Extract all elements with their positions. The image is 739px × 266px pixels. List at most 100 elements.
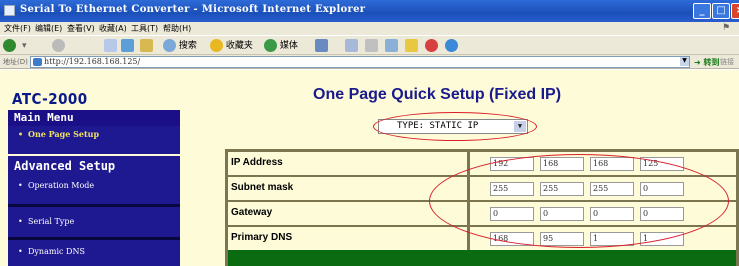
search-icon <box>163 39 176 52</box>
ip-octet-3[interactable]: 168 <box>590 157 634 171</box>
menu-file[interactable]: 文件(F) <box>4 23 31 34</box>
favorites-label: 收藏夹 <box>225 41 253 51</box>
go-button[interactable]: ➜ 转到 <box>694 57 720 68</box>
menu-edit[interactable]: 编辑(E) <box>35 23 62 34</box>
minimize-button[interactable]: _ <box>693 3 711 19</box>
cell-divider <box>467 202 470 225</box>
sidebar-item-dynamic-dns[interactable]: • Dynamic DNS <box>8 240 180 266</box>
dns-octet-3[interactable]: 1 <box>590 232 634 246</box>
links-label[interactable]: 链接 <box>720 57 734 67</box>
messenger-icon <box>425 39 438 52</box>
media-label: 媒体 <box>279 41 298 51</box>
address-label: 地址(D) <box>3 58 28 66</box>
dns-octet-4[interactable]: 1 <box>640 232 684 246</box>
forward-button[interactable] <box>52 39 65 53</box>
table-row-subnet-mask: Subnet mask 255 255 255 0 <box>228 177 736 200</box>
sidebar-item-label: One Page Setup <box>28 129 100 139</box>
print-button[interactable] <box>365 39 378 53</box>
go-label: 转到 <box>703 58 720 67</box>
bullet-icon: • <box>18 217 23 226</box>
menu-favorites[interactable]: 收藏(A) <box>99 23 127 34</box>
menu-help[interactable]: 帮助(H) <box>163 23 191 34</box>
stop-button[interactable] <box>104 39 117 53</box>
ip-octet-2[interactable]: 168 <box>540 157 584 171</box>
home-icon <box>140 39 153 52</box>
stop-icon <box>104 39 117 52</box>
search-button[interactable]: 搜索 <box>163 39 197 53</box>
gateway-octet-2[interactable]: 0 <box>540 207 584 221</box>
ip-octet-1[interactable]: 192 <box>490 157 534 171</box>
history-button[interactable] <box>315 39 328 53</box>
mail-icon <box>345 39 358 52</box>
menu-tools[interactable]: 工具(T) <box>131 23 158 34</box>
mask-octet-1[interactable]: 255 <box>490 182 534 196</box>
dns-octet-1[interactable]: 168 <box>490 232 534 246</box>
media-icon <box>264 39 277 52</box>
table-row-ip-address: IP Address 192 168 168 125 <box>228 152 736 175</box>
chevron-down-icon[interactable]: ▼ <box>514 121 526 132</box>
windows-flag-icon: ⚑ <box>722 23 731 33</box>
row-label: Gateway <box>231 207 273 218</box>
refresh-button[interactable] <box>121 39 134 53</box>
mask-octet-2[interactable]: 255 <box>540 182 584 196</box>
edit-page-icon <box>385 39 398 52</box>
back-button[interactable] <box>3 39 16 53</box>
print-icon <box>365 39 378 52</box>
row-label: Subnet mask <box>231 182 294 193</box>
address-dropdown-icon[interactable]: ▼ <box>680 57 689 66</box>
mail-button[interactable] <box>345 39 358 53</box>
cell-divider <box>467 152 470 175</box>
messenger-button[interactable] <box>425 39 438 53</box>
bullet-icon: • <box>18 129 24 139</box>
address-url: http://192.168.168.125/ <box>44 57 141 66</box>
address-input[interactable]: http://192.168.168.125/ <box>30 56 690 68</box>
table-row-gateway: Gateway 0 0 0 0 <box>228 202 736 225</box>
title-bar: Serial To Ethernet Converter - Microsoft… <box>0 0 739 22</box>
sidebar-item-label: Serial Type <box>28 217 75 226</box>
sidebar-item-label: Operation Mode <box>28 181 95 190</box>
mask-octet-3[interactable]: 255 <box>590 182 634 196</box>
folder-button[interactable] <box>405 39 418 53</box>
back-dropdown-icon[interactable]: ▾ <box>22 39 27 53</box>
dns-octet-2[interactable]: 95 <box>540 232 584 246</box>
page-content: ATC-2000 Main Menu • One Page Setup Adva… <box>0 70 739 266</box>
address-bar: 地址(D) http://192.168.168.125/ ▼ ➜ 转到 链接 <box>0 55 739 69</box>
favorites-star-icon <box>210 39 223 52</box>
back-arrow-icon <box>3 39 16 52</box>
footer-bar <box>228 250 736 266</box>
bullet-icon: • <box>18 181 23 190</box>
table-row-primary-dns: Primary DNS 168 95 1 1 <box>228 227 736 250</box>
sidebar-item-serial-type[interactable]: • Serial Type <box>8 207 180 237</box>
window-title: Serial To Ethernet Converter - Microsoft… <box>20 4 366 15</box>
cell-divider <box>467 177 470 200</box>
gateway-octet-1[interactable]: 0 <box>490 207 534 221</box>
advanced-setup-header: Advanced Setup <box>8 156 180 176</box>
search-label: 搜索 <box>178 41 197 51</box>
page-icon <box>33 58 42 66</box>
gateway-octet-4[interactable]: 0 <box>640 207 684 221</box>
row-label: Primary DNS <box>231 232 293 243</box>
folder-icon <box>405 39 418 52</box>
sidebar-item-operation-mode[interactable]: • Operation Mode <box>8 176 180 204</box>
sidebar-item-one-page-setup[interactable]: • One Page Setup <box>8 126 180 154</box>
forward-arrow-icon <box>52 39 65 52</box>
menu-view[interactable]: 查看(V) <box>67 23 95 34</box>
edit-button[interactable] <box>385 39 398 53</box>
home-button[interactable] <box>140 39 153 53</box>
sidebar-item-label: Dynamic DNS <box>28 247 85 256</box>
history-icon <box>315 39 328 52</box>
ie-button[interactable] <box>445 39 458 53</box>
media-button[interactable]: 媒体 <box>264 39 298 53</box>
menu-bar: 文件(F) 编辑(E) 查看(V) 收藏(A) 工具(T) 帮助(H) ⚑ <box>0 22 739 35</box>
maximize-button[interactable]: □ <box>712 3 730 19</box>
type-select[interactable]: TYPE: STATIC IP ▼ <box>378 119 528 134</box>
toolbar: ▾ 搜索 收藏夹 媒体 <box>0 35 739 55</box>
bullet-icon: • <box>18 247 23 256</box>
mask-octet-4[interactable]: 0 <box>640 182 684 196</box>
ie-logo-icon <box>445 39 458 52</box>
close-button[interactable]: × <box>731 3 739 19</box>
main-panel: One Page Quick Setup (Fixed IP) TYPE: ST… <box>190 70 739 266</box>
ip-octet-4[interactable]: 125 <box>640 157 684 171</box>
favorites-button[interactable]: 收藏夹 <box>210 39 253 53</box>
gateway-octet-3[interactable]: 0 <box>590 207 634 221</box>
